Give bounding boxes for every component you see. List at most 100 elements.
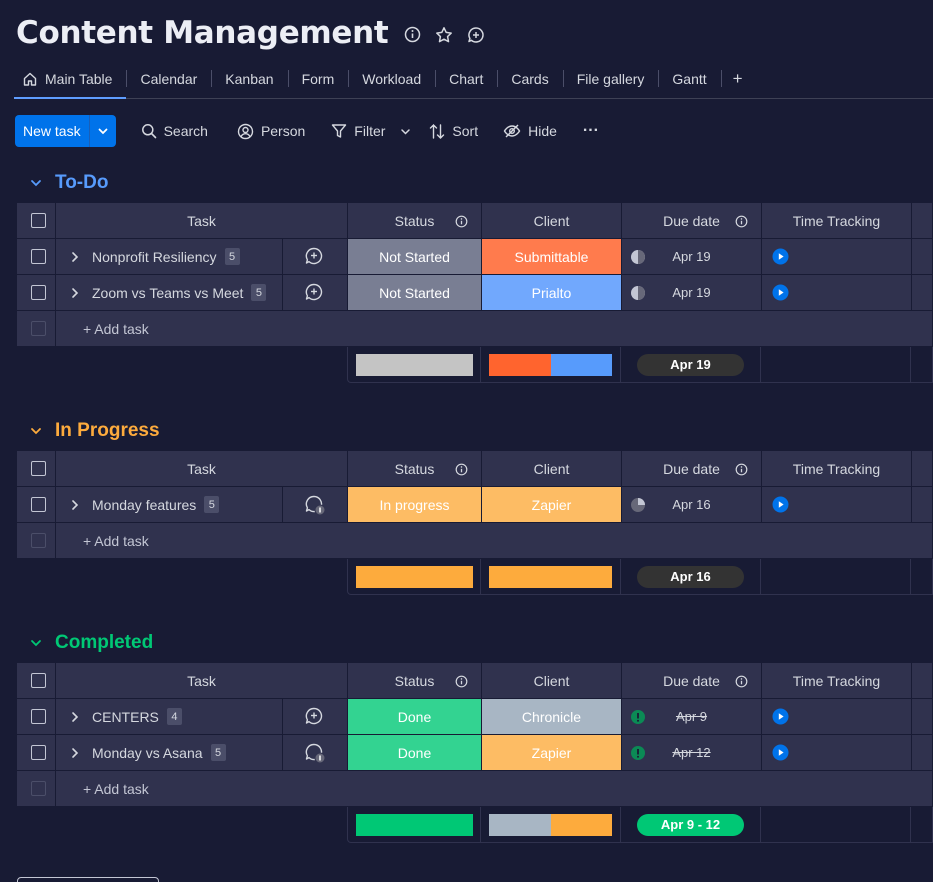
header-due-date[interactable]: Due date: [622, 663, 762, 699]
status-summary[interactable]: [347, 559, 481, 595]
search-button[interactable]: Search: [141, 123, 208, 139]
select-all-checkbox[interactable]: [31, 213, 46, 228]
status-cell[interactable]: Done: [348, 699, 482, 735]
date-summary[interactable]: Apr 16: [621, 559, 761, 595]
chevron-right-icon[interactable]: [70, 711, 80, 723]
task-cell[interactable]: CENTERS 4: [56, 699, 348, 735]
client-cell[interactable]: Zapier: [482, 735, 622, 771]
client-cell[interactable]: Submittable: [482, 239, 622, 275]
task-cell[interactable]: Monday features 5: [56, 487, 348, 523]
tab-kanban[interactable]: Kanban: [211, 60, 287, 98]
info-icon[interactable]: [455, 215, 468, 228]
header-time-tracking[interactable]: Time Tracking: [762, 203, 912, 239]
header-status[interactable]: Status: [348, 451, 482, 487]
row-checkbox[interactable]: [31, 285, 46, 300]
date-range-pill[interactable]: Apr 16: [637, 565, 744, 588]
info-icon[interactable]: [455, 675, 468, 688]
header-client[interactable]: Client: [482, 451, 622, 487]
select-all-checkbox[interactable]: [31, 673, 46, 688]
due-date-cell[interactable]: Apr 19: [622, 239, 762, 275]
tab-main-table[interactable]: Main Table: [14, 60, 127, 99]
date-range-pill[interactable]: Apr 9 - 12: [637, 813, 744, 836]
row-checkbox[interactable]: [31, 709, 46, 724]
table-row[interactable]: Monday vs Asana 5 Done Zapier Apr 12: [17, 735, 933, 771]
tab-workload[interactable]: Workload: [348, 60, 435, 98]
client-label[interactable]: Submittable: [482, 239, 621, 274]
updates-icon[interactable]: [304, 742, 326, 769]
more-options-button[interactable]: ···: [583, 122, 599, 140]
sort-button[interactable]: Sort: [429, 123, 478, 140]
play-icon[interactable]: [772, 744, 789, 761]
chevron-down-icon[interactable]: [88, 115, 116, 147]
play-icon[interactable]: [772, 248, 789, 265]
status-label[interactable]: Done: [348, 699, 481, 734]
header-client[interactable]: Client: [482, 663, 622, 699]
tab-gantt[interactable]: Gantt: [658, 60, 720, 98]
star-icon[interactable]: [435, 26, 453, 44]
add-update-icon[interactable]: [304, 706, 324, 731]
status-summary[interactable]: [347, 807, 481, 843]
header-client[interactable]: Client: [482, 203, 622, 239]
tab-calendar[interactable]: Calendar: [126, 60, 211, 98]
date-range-pill[interactable]: Apr 19: [637, 353, 744, 376]
add-task-row[interactable]: + Add task: [17, 311, 933, 347]
tab-form[interactable]: Form: [287, 60, 349, 98]
status-label[interactable]: In progress: [348, 487, 481, 522]
time-tracking-cell[interactable]: [762, 239, 912, 275]
due-date-cell[interactable]: Apr 19: [622, 275, 762, 311]
header-status[interactable]: Status: [348, 203, 482, 239]
task-cell[interactable]: Nonprofit Resiliency 5: [56, 239, 348, 275]
status-cell[interactable]: Done: [348, 735, 482, 771]
status-label[interactable]: Not Started: [348, 239, 481, 274]
subitem-count-badge[interactable]: 4: [166, 708, 182, 725]
add-task-row[interactable]: + Add task: [17, 771, 933, 807]
task-name[interactable]: Zoom vs Teams vs Meet: [92, 285, 243, 301]
due-date-cell[interactable]: Apr 16: [622, 487, 762, 523]
group-title[interactable]: In Progress: [55, 420, 160, 442]
board-title[interactable]: Content Management: [16, 15, 389, 51]
subitem-count-badge[interactable]: 5: [204, 496, 220, 513]
table-row[interactable]: Monday features 5 In progress Zapier Apr…: [17, 487, 933, 523]
header-status[interactable]: Status: [348, 663, 482, 699]
add-update-icon[interactable]: [467, 26, 485, 44]
status-label[interactable]: Not Started: [348, 275, 481, 310]
row-checkbox[interactable]: [31, 745, 46, 760]
row-checkbox[interactable]: [31, 497, 46, 512]
table-row[interactable]: Zoom vs Teams vs Meet 5 Not Started Pria…: [17, 275, 933, 311]
add-view-button[interactable]: +: [720, 60, 755, 98]
chevron-down-icon[interactable]: [29, 424, 43, 438]
info-icon[interactable]: [735, 463, 748, 476]
group-title[interactable]: Completed: [55, 632, 153, 654]
info-icon[interactable]: [735, 675, 748, 688]
table-row[interactable]: Nonprofit Resiliency 5 Not Started Submi…: [17, 239, 933, 275]
select-all-checkbox[interactable]: [31, 461, 46, 476]
tab-file-gallery[interactable]: File gallery: [562, 60, 659, 98]
client-cell[interactable]: Zapier: [482, 487, 622, 523]
group-header-completed[interactable]: Completed: [29, 631, 153, 655]
add-group-button[interactable]: [17, 877, 159, 882]
chevron-right-icon[interactable]: [70, 499, 80, 511]
task-name[interactable]: Monday features: [92, 497, 196, 513]
status-cell[interactable]: Not Started: [348, 275, 482, 311]
tab-chart[interactable]: Chart: [435, 60, 497, 98]
new-task-button[interactable]: New task: [15, 115, 116, 147]
tab-cards[interactable]: Cards: [497, 60, 562, 98]
client-cell[interactable]: Chronicle: [482, 699, 622, 735]
status-label[interactable]: Done: [348, 735, 481, 770]
hide-button[interactable]: Hide: [503, 123, 557, 139]
info-icon[interactable]: [735, 215, 748, 228]
date-summary[interactable]: Apr 9 - 12: [621, 807, 761, 843]
status-summary[interactable]: [347, 347, 481, 383]
group-header-in-progress[interactable]: In Progress: [29, 419, 160, 443]
task-cell[interactable]: Zoom vs Teams vs Meet 5: [56, 275, 348, 311]
header-task[interactable]: Task: [56, 451, 348, 487]
add-task-cell[interactable]: + Add task: [56, 311, 933, 347]
updates-icon[interactable]: [304, 494, 326, 521]
time-tracking-cell[interactable]: [762, 735, 912, 771]
client-label[interactable]: Zapier: [482, 735, 621, 770]
add-task-button[interactable]: + Add task: [56, 321, 149, 337]
chevron-right-icon[interactable]: [70, 251, 80, 263]
header-task[interactable]: Task: [56, 203, 348, 239]
row-checkbox[interactable]: [31, 249, 46, 264]
play-icon[interactable]: [772, 708, 789, 725]
